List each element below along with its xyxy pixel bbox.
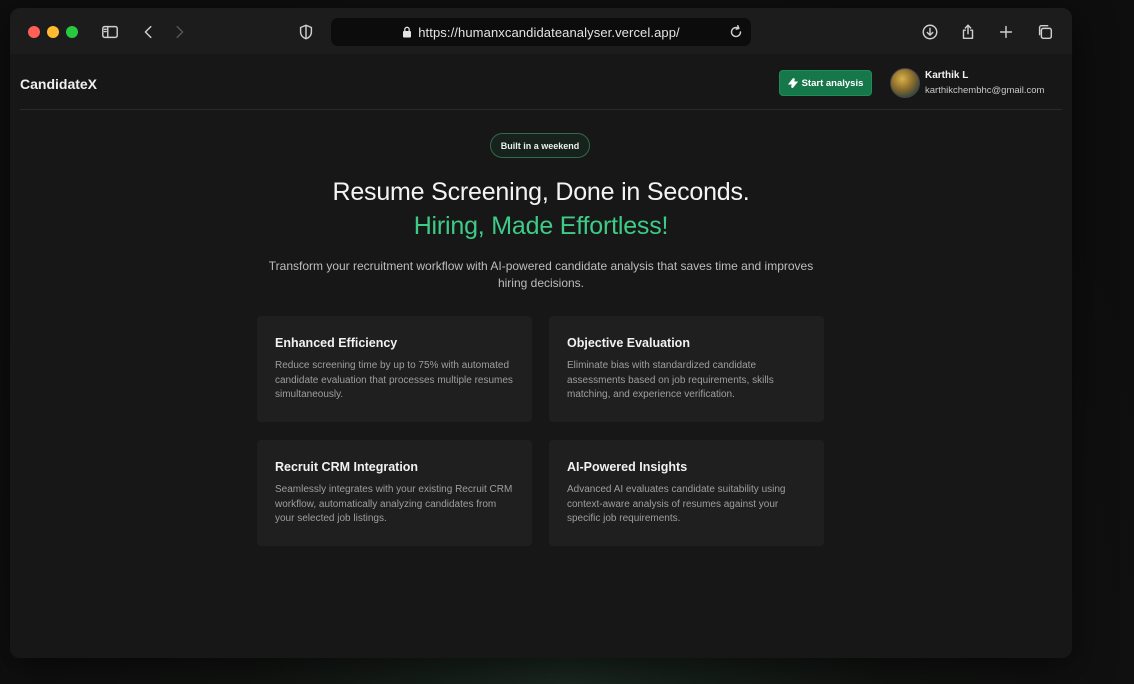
url-text: https://humanxcandidateanalyser.vercel.a… — [418, 24, 680, 40]
header-divider — [20, 109, 1062, 110]
sidebar-icon[interactable] — [99, 21, 121, 43]
hero-headline: Resume Screening, Done in Seconds. — [332, 178, 750, 206]
back-icon[interactable] — [138, 21, 160, 43]
reload-icon[interactable] — [725, 21, 747, 43]
downloads-icon[interactable] — [919, 21, 941, 43]
close-window-button[interactable] — [28, 26, 40, 38]
brand-logo[interactable]: CandidateX — [20, 76, 97, 92]
feature-card-title: AI-Powered Insights — [567, 460, 688, 474]
browser-toolbar: https://humanxcandidateanalyser.vercel.a… — [10, 8, 1072, 54]
user-name: Karthik L — [925, 70, 969, 81]
feature-card-text: Eliminate bias with standardized candida… — [567, 360, 774, 400]
lock-icon — [403, 26, 412, 38]
user-email: karthikchembhc@gmail.com — [925, 85, 1045, 96]
feature-card-objective: Objective Evaluation Eliminate bias with… — [549, 316, 824, 422]
feature-card-text: Seamlessly integrates with your existing… — [275, 484, 513, 524]
hero-headline-accent: Hiring, Made Effortless! — [413, 212, 669, 240]
zoom-window-button[interactable] — [66, 26, 78, 38]
feature-card-title: Recruit CRM Integration — [275, 460, 419, 474]
start-analysis-label: Start analysis — [801, 77, 864, 89]
user-avatar[interactable] — [890, 68, 920, 98]
feature-card-efficiency: Enhanced Efficiency Reduce screening tim… — [257, 316, 532, 422]
minimize-window-button[interactable] — [47, 26, 59, 38]
feature-card-title: Objective Evaluation — [567, 336, 690, 350]
hero-badge: Built in a weekend — [490, 133, 590, 158]
browser-window: https://humanxcandidateanalyser.vercel.a… — [10, 8, 1072, 658]
feature-card-title: Enhanced Efficiency — [275, 336, 398, 350]
privacy-shield-icon[interactable] — [295, 21, 317, 43]
address-bar[interactable]: https://humanxcandidateanalyser.vercel.a… — [331, 18, 751, 46]
new-tab-icon[interactable] — [995, 21, 1017, 43]
hero-subtitle: Transform your recruitment workflow with… — [268, 259, 814, 290]
share-icon[interactable] — [957, 21, 979, 43]
tab-overview-icon[interactable] — [1034, 21, 1056, 43]
start-analysis-button[interactable]: Start analysis — [779, 70, 872, 96]
feature-card-insights: AI-Powered Insights Advanced AI evaluate… — [549, 440, 824, 546]
feature-card-crm: Recruit CRM Integration Seamlessly integ… — [257, 440, 532, 546]
feature-card-text: Advanced AI evaluates candidate suitabil… — [567, 484, 786, 524]
app-page: CandidateX Start analysis Karthik L kart… — [10, 54, 1072, 658]
feature-card-text: Reduce screening time by up to 75% with … — [275, 360, 513, 400]
lightning-icon — [787, 78, 798, 88]
forward-icon[interactable] — [168, 21, 190, 43]
